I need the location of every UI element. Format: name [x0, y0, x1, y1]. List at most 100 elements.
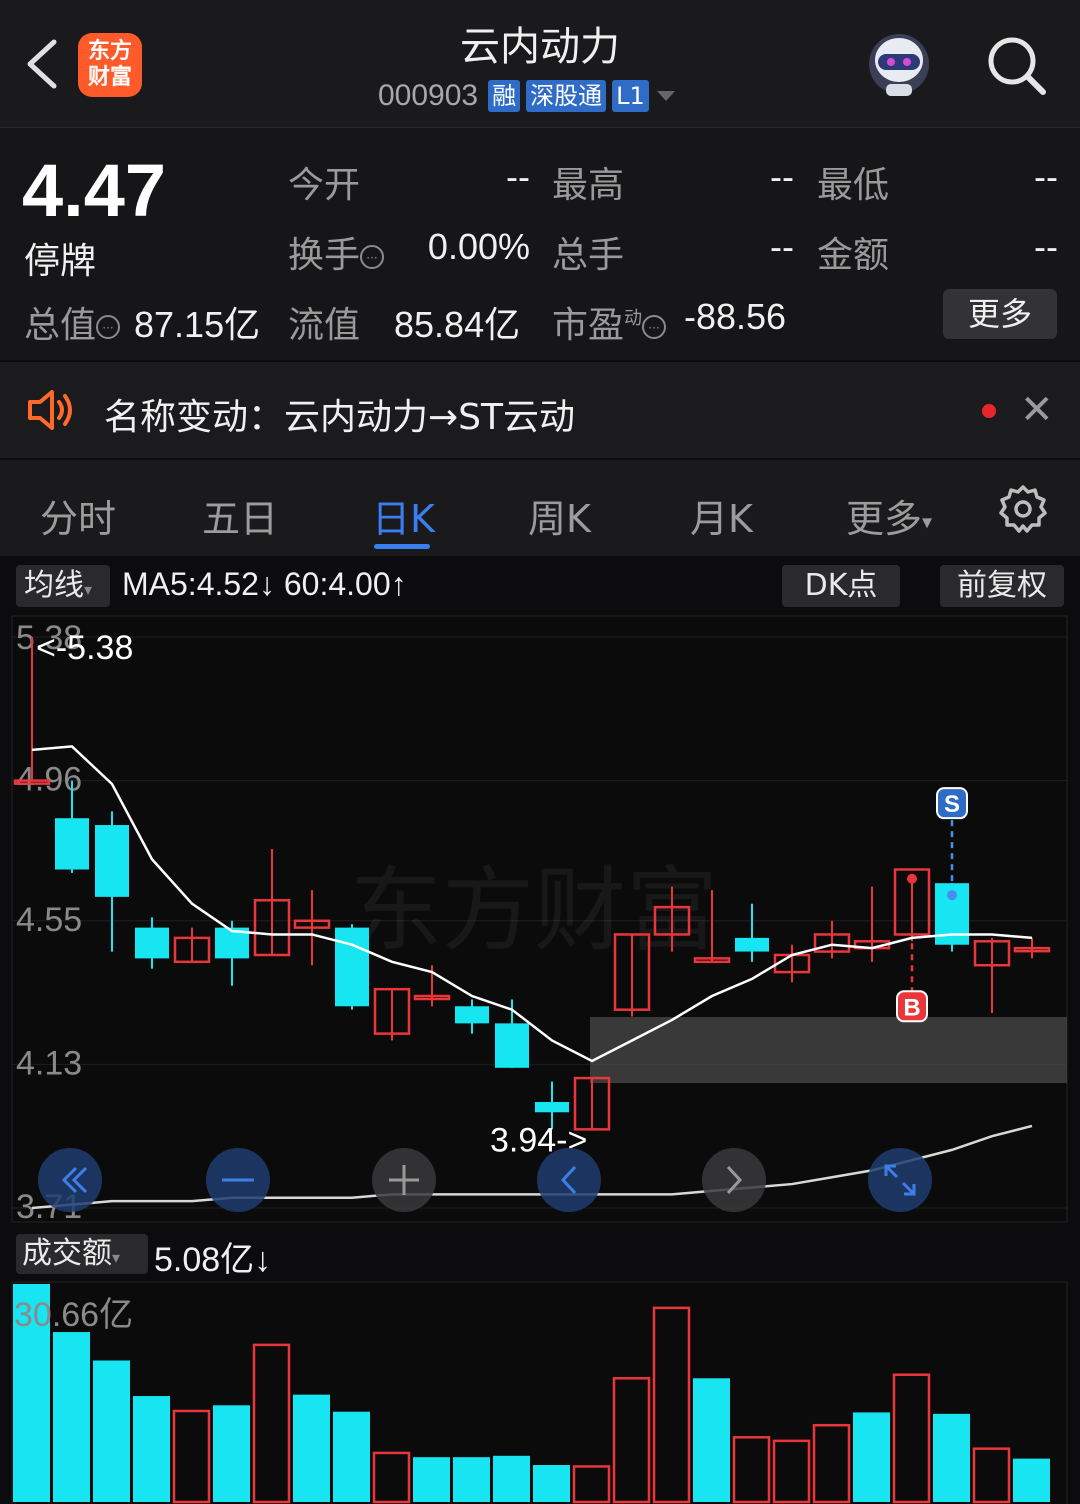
ma-selector[interactable]: 均线▾	[16, 565, 110, 607]
open-label: 今开	[288, 165, 361, 206]
search-icon[interactable]	[985, 34, 1047, 96]
candle-body-down	[455, 1006, 489, 1024]
logo-line-2: 财富	[87, 65, 132, 90]
support-zone-band	[590, 1017, 1067, 1083]
ma-selector-label: 均线	[24, 568, 84, 603]
y-tick-label: 4.55	[16, 901, 82, 939]
info-icon[interactable]: ···	[642, 315, 667, 339]
control-button-bg	[537, 1148, 601, 1212]
trading-status: 停牌	[24, 241, 97, 282]
dk-point-button[interactable]: DK点	[782, 565, 900, 607]
zoom-out-icon[interactable]	[206, 1148, 270, 1212]
amount-label: 金额	[817, 235, 890, 276]
chevron-down-icon: ▾	[84, 580, 93, 599]
volume-value-text: 5.08亿↓	[154, 1241, 272, 1279]
more-quote-button[interactable]: 更多	[943, 289, 1057, 339]
volume-bar-down	[293, 1394, 330, 1502]
volume-bar-down	[853, 1412, 890, 1502]
info-icon[interactable]: ···	[96, 315, 121, 339]
pe-dynamic-sup: 动	[624, 308, 643, 329]
max-price-label: <-5.38	[36, 629, 133, 667]
mktcap-label: 总值 ···	[24, 296, 121, 348]
amount-value: --	[1034, 226, 1058, 267]
signal-label: S	[944, 791, 960, 818]
back-arrow-icon[interactable]	[22, 38, 62, 90]
tab-weekly-k[interactable]: 周K	[528, 488, 591, 543]
volume-bar-down	[533, 1465, 570, 1502]
tab-five-day[interactable]: 五日	[202, 488, 278, 543]
gear-icon[interactable]	[998, 484, 1048, 534]
adjust-mode-button[interactable]: 前复权	[940, 565, 1064, 607]
scroll-left-icon[interactable]	[537, 1148, 601, 1212]
fullscreen-icon[interactable]	[868, 1148, 932, 1212]
volume-value: --	[770, 226, 794, 267]
signal-label: B	[903, 994, 920, 1021]
tab-more-label: 更多	[846, 497, 923, 541]
volume-bar-down	[493, 1455, 530, 1502]
candle-body-down	[55, 818, 89, 870]
volume-bar-down	[133, 1396, 170, 1502]
candle-body-down	[335, 927, 369, 1007]
ma-values: MA5:4.52↓ 60:4.00↑	[122, 566, 407, 602]
chevron-down-icon: ▾	[922, 509, 933, 534]
open-value: --	[506, 156, 530, 197]
low-label: 最低	[817, 165, 890, 206]
volume-max-label: 30.66亿	[14, 1296, 133, 1334]
tab-monthly-k[interactable]: 月K	[690, 488, 753, 543]
speaker-icon	[28, 390, 72, 430]
zoom-in-icon[interactable]	[372, 1148, 436, 1212]
active-tab-indicator	[374, 544, 430, 549]
high-label: 最高	[552, 165, 625, 206]
float-cap-value: 85.84亿	[394, 304, 521, 345]
volume-bar-down	[453, 1457, 490, 1502]
y-tick-label: 4.13	[16, 1044, 82, 1082]
mktcap-value: 87.15亿	[134, 304, 261, 345]
tab-more[interactable]: 更多▾	[846, 488, 932, 543]
pe-label: 市盈动 ···	[552, 296, 667, 348]
float-cap-label: 流值	[288, 305, 361, 346]
candle-body-down	[495, 1023, 529, 1068]
assistant-robot-icon[interactable]	[860, 28, 938, 100]
tab-intraday[interactable]: 分时	[40, 488, 116, 543]
volume-selector-label: 成交额	[22, 1236, 112, 1271]
control-button-bg	[868, 1148, 932, 1212]
turnover-label-text: 换手	[288, 235, 361, 276]
volume-chart[interactable]: 30.66亿	[0, 1280, 1080, 1504]
control-button-bg	[702, 1148, 766, 1212]
volume-indicator-selector[interactable]: 成交额▾	[16, 1234, 148, 1274]
unread-dot	[982, 404, 996, 418]
low-value: --	[1034, 156, 1058, 197]
stock-code-row[interactable]: 000903 融 深股通 L1	[378, 78, 677, 114]
dropdown-caret-icon[interactable]	[655, 89, 677, 103]
app-logo[interactable]: 东方 财富	[78, 33, 142, 97]
candle-body-down	[735, 937, 769, 952]
high-value: --	[770, 156, 794, 197]
candle	[335, 924, 369, 1010]
scroll-right-icon[interactable]	[702, 1148, 766, 1212]
signal-dot	[947, 890, 957, 901]
signal-dot	[907, 873, 917, 884]
notice-text: 名称变动：云内动力→ST云动	[104, 397, 576, 438]
candle-body-down	[135, 927, 169, 959]
candlestick-chart[interactable]: 5.384.964.554.133.71 东方财富 <-5.383.94->SB	[0, 612, 1080, 1224]
volume-bar-down	[933, 1413, 970, 1502]
volume-bar-down	[93, 1360, 130, 1502]
logo-line-1: 东方	[87, 39, 132, 64]
margin-tag: 融	[488, 80, 521, 112]
chevron-down-icon: ▾	[112, 1248, 121, 1267]
candle-body-down	[535, 1102, 569, 1113]
candle-body-down	[95, 825, 129, 897]
watermark: 东方财富	[350, 860, 718, 962]
close-icon[interactable]: ✕	[1020, 390, 1054, 430]
tab-daily-k[interactable]: 日K	[372, 488, 435, 543]
scroll-to-start-icon[interactable]	[38, 1148, 102, 1212]
volume-label: 总手	[552, 235, 625, 276]
connect-tag: 深股通	[526, 80, 607, 112]
volume-bar-down	[53, 1332, 90, 1502]
stock-code: 000903	[378, 79, 479, 112]
info-icon[interactable]: ···	[360, 245, 385, 269]
control-button-bg	[38, 1148, 102, 1212]
volume-bar-down	[1013, 1458, 1050, 1502]
volume-bar-down	[413, 1457, 450, 1502]
volume-bar-down	[333, 1411, 370, 1502]
